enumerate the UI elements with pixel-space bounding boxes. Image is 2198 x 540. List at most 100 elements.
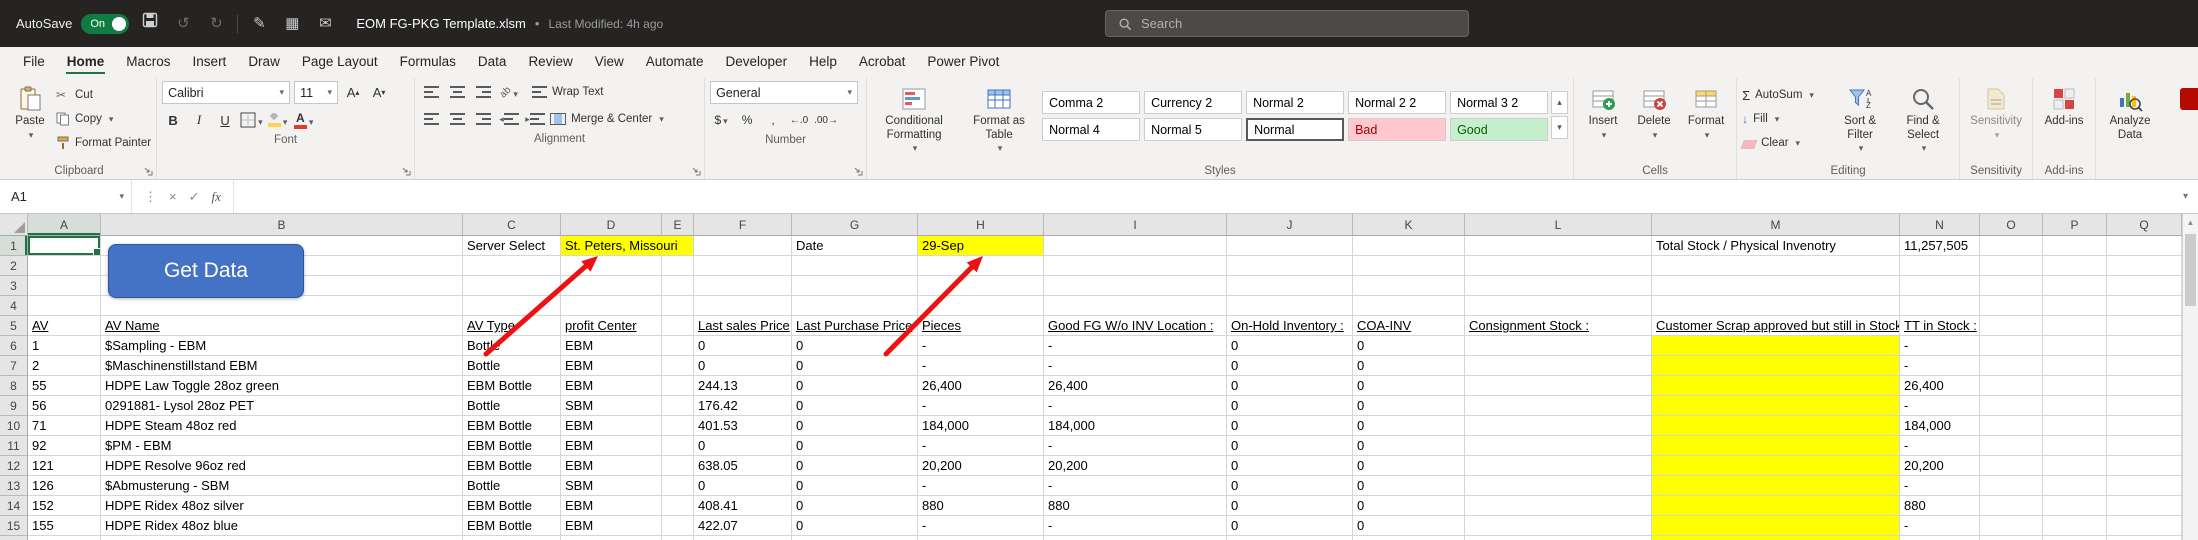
cell-A7[interactable]: 2: [28, 356, 101, 376]
wrap-text-button[interactable]: Wrap Text: [532, 82, 603, 102]
cell-K4[interactable]: [1353, 296, 1465, 316]
cell-M13[interactable]: [1652, 476, 1900, 496]
cell-M1[interactable]: Total Stock / Physical Invenotry: [1652, 236, 1900, 256]
row-header-11[interactable]: 11: [0, 436, 28, 456]
cell-B5[interactable]: AV Name: [101, 316, 463, 336]
cell-M15[interactable]: [1652, 516, 1900, 536]
cell-G11[interactable]: 0: [792, 436, 918, 456]
cell-L10[interactable]: [1465, 416, 1652, 436]
cell-C2[interactable]: [463, 256, 561, 276]
borders-button[interactable]: [240, 109, 263, 131]
cell-H2[interactable]: [918, 256, 1044, 276]
delete-cells-button[interactable]: Delete: [1630, 82, 1678, 142]
last-modified-text[interactable]: Last Modified: 4h ago: [548, 17, 663, 31]
row-header-9[interactable]: 9: [0, 396, 28, 416]
autosave-toggle[interactable]: On: [81, 14, 129, 34]
cell-I7[interactable]: -: [1044, 356, 1227, 376]
cell-C5[interactable]: AV Type: [463, 316, 561, 336]
grid-icon[interactable]: ▦: [280, 12, 304, 36]
cell-D10[interactable]: EBM: [561, 416, 662, 436]
cell-P4[interactable]: [2043, 296, 2107, 316]
cell-H14[interactable]: 880: [918, 496, 1044, 516]
cell-E12[interactable]: [662, 456, 694, 476]
cell-F13[interactable]: 0: [694, 476, 792, 496]
column-header-D[interactable]: D: [561, 214, 662, 236]
cell-M3[interactable]: [1652, 276, 1900, 296]
cell-M8[interactable]: [1652, 376, 1900, 396]
cell-D15[interactable]: EBM: [561, 516, 662, 536]
cell-K3[interactable]: [1353, 276, 1465, 296]
addins-button[interactable]: Add-ins: [2038, 82, 2090, 129]
merge-center-button[interactable]: Merge & Center: [550, 109, 664, 129]
cell-K14[interactable]: 0: [1353, 496, 1465, 516]
cell-M6[interactable]: [1652, 336, 1900, 356]
cell-B16[interactable]: [101, 536, 463, 540]
menu-tab-automate[interactable]: Automate: [635, 48, 715, 77]
cell-F6[interactable]: 0: [694, 336, 792, 356]
cell-G14[interactable]: 0: [792, 496, 918, 516]
cell-style-bad[interactable]: Bad: [1348, 118, 1446, 141]
cell-K13[interactable]: 0: [1353, 476, 1465, 496]
cell-J4[interactable]: [1227, 296, 1353, 316]
italic-button[interactable]: I: [188, 109, 210, 131]
cell-C16[interactable]: [463, 536, 561, 540]
row-header-14[interactable]: 14: [0, 496, 28, 516]
insert-cells-button[interactable]: Insert: [1579, 82, 1627, 142]
cell-F15[interactable]: 422.07: [694, 516, 792, 536]
cell-C11[interactable]: EBM Bottle: [463, 436, 561, 456]
increase-font-button[interactable]: A▴: [342, 82, 364, 104]
sensitivity-button[interactable]: Sensitivity: [1965, 82, 2027, 142]
cell-D13[interactable]: SBM: [561, 476, 662, 496]
search-input[interactable]: Search: [1105, 10, 1469, 37]
cancel-icon[interactable]: ×: [169, 189, 177, 204]
cell-H8[interactable]: 26,400: [918, 376, 1044, 396]
comma-style-button[interactable]: ,: [762, 109, 784, 131]
cell-style-currency-2[interactable]: Currency 2: [1144, 91, 1242, 114]
cell-L14[interactable]: [1465, 496, 1652, 516]
cell-C7[interactable]: Bottle: [463, 356, 561, 376]
cell-H10[interactable]: 184,000: [918, 416, 1044, 436]
cell-Q1[interactable]: [2107, 236, 2182, 256]
row-header-7[interactable]: 7: [0, 356, 28, 376]
cell-O6[interactable]: [1980, 336, 2043, 356]
cell-P1[interactable]: [2043, 236, 2107, 256]
menu-tab-macros[interactable]: Macros: [115, 48, 181, 77]
column-header-L[interactable]: L: [1465, 214, 1652, 236]
cell-A5[interactable]: AV: [28, 316, 101, 336]
format-painter-button[interactable]: Format Painter: [56, 133, 151, 153]
cell-P15[interactable]: [2043, 516, 2107, 536]
redo-icon[interactable]: ↻: [204, 12, 228, 36]
cell-H4[interactable]: [918, 296, 1044, 316]
formula-input[interactable]: [234, 180, 2183, 213]
cell-H12[interactable]: 20,200: [918, 456, 1044, 476]
cell-L11[interactable]: [1465, 436, 1652, 456]
column-header-F[interactable]: F: [694, 214, 792, 236]
cell-E10[interactable]: [662, 416, 694, 436]
enter-icon[interactable]: ✓: [189, 189, 200, 205]
cell-O8[interactable]: [1980, 376, 2043, 396]
cell-Q13[interactable]: [2107, 476, 2182, 496]
align-center-button[interactable]: [446, 108, 468, 130]
cell-E15[interactable]: [662, 516, 694, 536]
column-header-C[interactable]: C: [463, 214, 561, 236]
cell-style-normal-4[interactable]: Normal 4: [1042, 118, 1140, 141]
cell-G12[interactable]: 0: [792, 456, 918, 476]
cell-L7[interactable]: [1465, 356, 1652, 376]
cell-K12[interactable]: 0: [1353, 456, 1465, 476]
cell-I16[interactable]: [1044, 536, 1227, 540]
cell-P13[interactable]: [2043, 476, 2107, 496]
cell-O11[interactable]: [1980, 436, 2043, 456]
cell-A2[interactable]: [28, 256, 101, 276]
cell-G10[interactable]: 0: [792, 416, 918, 436]
row-header-6[interactable]: 6: [0, 336, 28, 356]
cell-P9[interactable]: [2043, 396, 2107, 416]
cell-L8[interactable]: [1465, 376, 1652, 396]
cell-J12[interactable]: 0: [1227, 456, 1353, 476]
font-size-select[interactable]: 11▾: [294, 81, 338, 104]
number-format-select[interactable]: General▾: [710, 81, 858, 104]
cell-Q14[interactable]: [2107, 496, 2182, 516]
cell-N5[interactable]: TT in Stock :: [1900, 316, 1980, 336]
cell-D3[interactable]: [561, 276, 662, 296]
cell-H16[interactable]: [918, 536, 1044, 540]
cell-H15[interactable]: -: [918, 516, 1044, 536]
